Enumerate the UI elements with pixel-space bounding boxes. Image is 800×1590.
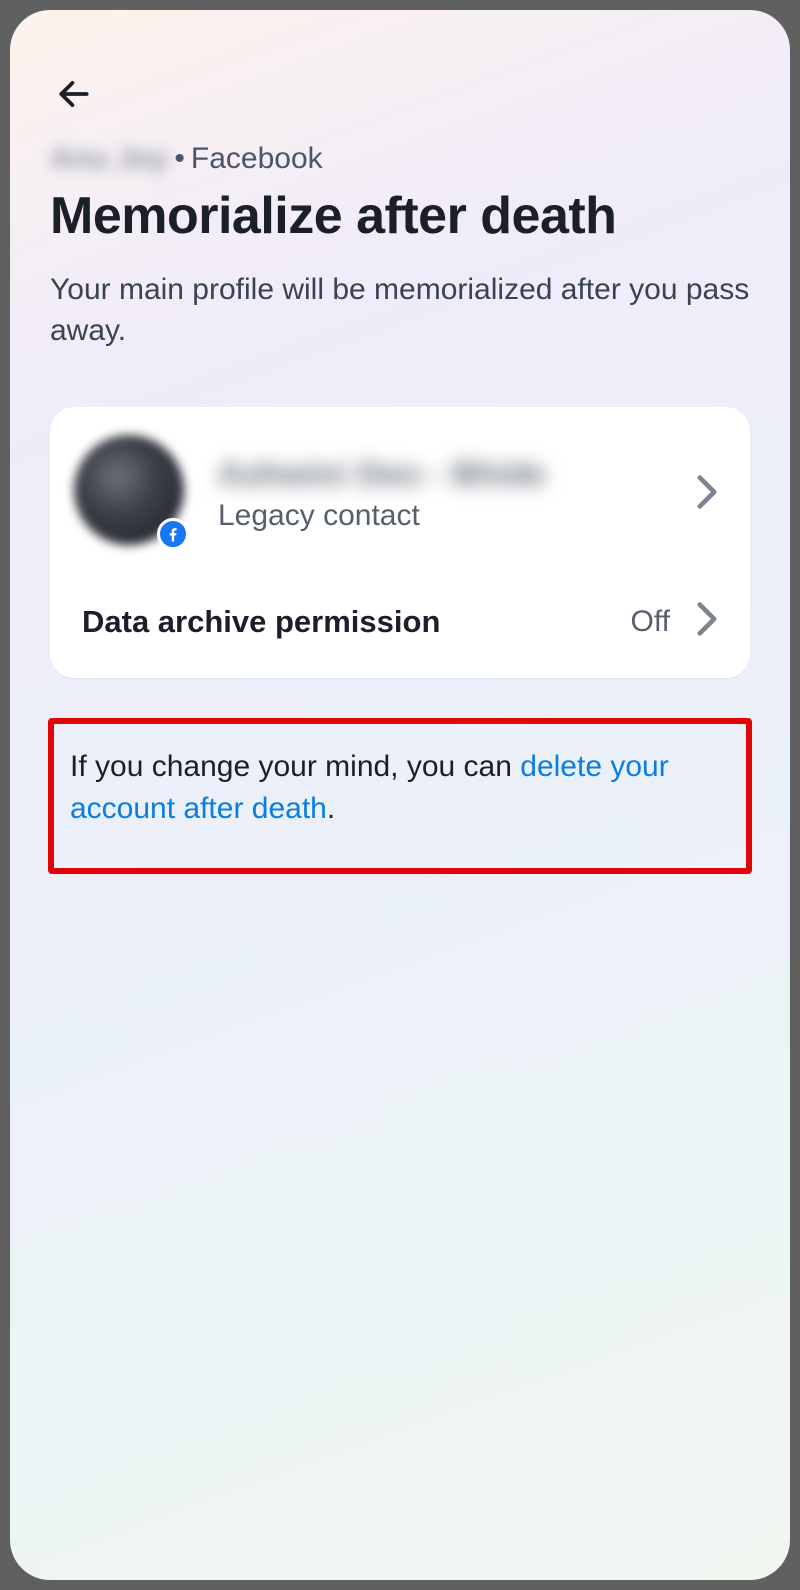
chevron-right-icon [696, 601, 718, 642]
change-mind-text: If you change your mind, you can delete … [70, 746, 730, 830]
legacy-contact-text: Ashwini Deo - Bhide Legacy contact [218, 455, 686, 533]
breadcrumb-user-name: Anu Joy [50, 142, 168, 175]
arrow-left-icon [55, 75, 93, 113]
legacy-contact-label: Legacy contact [218, 499, 686, 533]
data-archive-value: Off [631, 605, 670, 639]
legacy-contact-name: Ashwini Deo - Bhide [218, 455, 686, 493]
avatar-wrap [74, 435, 192, 553]
page-title: Memorialize after death [50, 186, 750, 246]
breadcrumb-platform: Facebook [191, 142, 323, 175]
data-archive-label: Data archive permission [82, 604, 631, 640]
breadcrumb: Anu Joy•Facebook [50, 142, 750, 176]
breadcrumb-separator: • [174, 142, 185, 175]
screen: Anu Joy•Facebook Memorialize after death… [10, 10, 790, 1580]
facebook-badge-icon [157, 518, 189, 550]
change-mind-prefix: If you change your mind, you can [70, 750, 520, 783]
change-mind-suffix: . [327, 792, 335, 825]
data-archive-row[interactable]: Data archive permission Off [50, 575, 750, 678]
page-subtitle: Your main profile will be memorialized a… [50, 270, 750, 351]
legacy-contact-row[interactable]: Ashwini Deo - Bhide Legacy contact [50, 407, 750, 575]
back-button[interactable] [50, 70, 98, 118]
settings-card: Ashwini Deo - Bhide Legacy contact Data … [50, 407, 750, 678]
chevron-right-icon [696, 474, 718, 515]
highlight-annotation: If you change your mind, you can delete … [48, 718, 752, 874]
